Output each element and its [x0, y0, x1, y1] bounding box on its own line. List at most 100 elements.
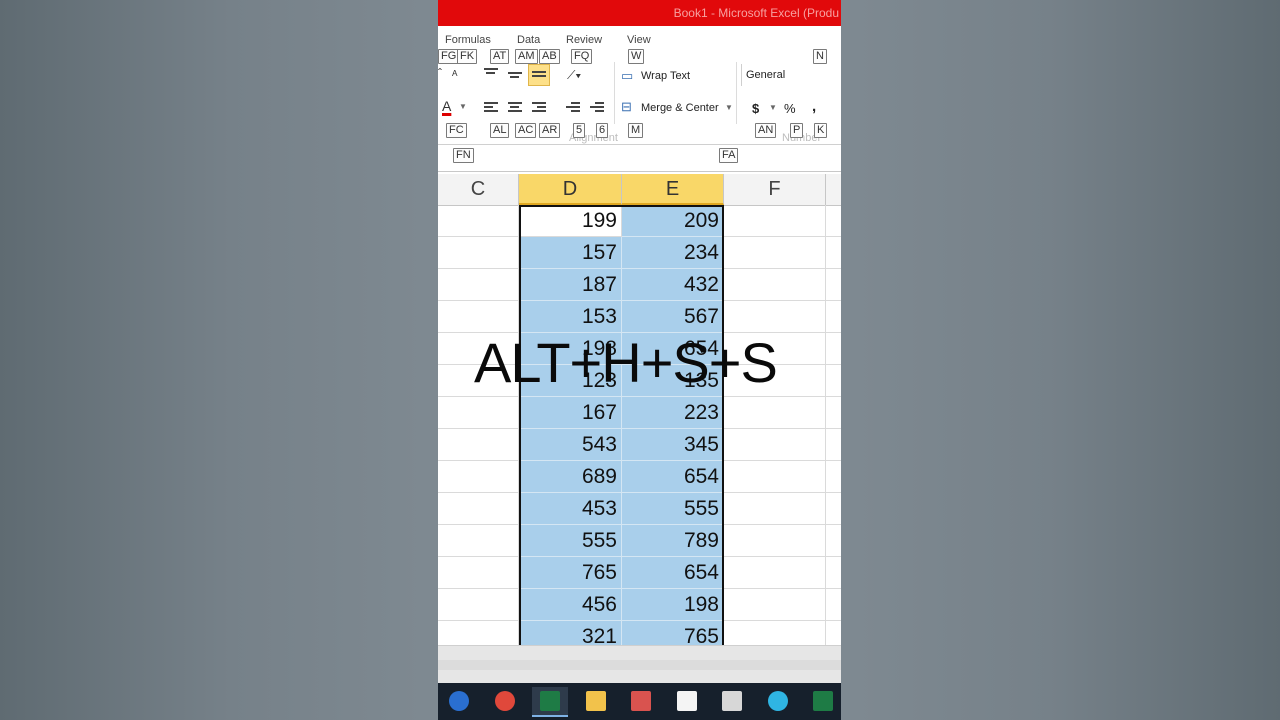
taskbar-item-cortana-c[interactable]	[760, 687, 796, 717]
cell-g[interactable]	[826, 493, 841, 525]
decrease-font-icon[interactable]: ᴬ	[452, 68, 457, 82]
cell-c[interactable]	[438, 461, 519, 493]
orientation-icon[interactable]: ⟋▾	[567, 68, 581, 83]
formula-bar[interactable]	[438, 144, 841, 172]
cell-f[interactable]	[724, 621, 826, 645]
cell-g[interactable]	[826, 461, 841, 493]
cell-g[interactable]	[826, 525, 841, 557]
cell-c[interactable]	[438, 269, 519, 301]
cell-e[interactable]: 555	[622, 493, 724, 525]
cell-e[interactable]: 432	[622, 269, 724, 301]
cell-e[interactable]: 198	[622, 589, 724, 621]
cell-d[interactable]: 153	[519, 301, 622, 333]
cell-d[interactable]: 321	[519, 621, 622, 645]
middle-align-icon[interactable]	[508, 72, 522, 84]
cell-d[interactable]: 187	[519, 269, 622, 301]
cell-f[interactable]	[724, 589, 826, 621]
taskbar-item-excel[interactable]	[532, 687, 568, 717]
cell-e[interactable]: 209	[622, 205, 724, 237]
align-center-icon[interactable]	[508, 102, 522, 114]
cell-d[interactable]: 199	[519, 205, 622, 237]
tab-view[interactable]: View	[627, 34, 651, 46]
tab-review[interactable]: Review	[566, 34, 602, 46]
increase-font-icon[interactable]: ˆ	[438, 66, 442, 80]
tab-formulas[interactable]: Formulas	[445, 34, 491, 46]
cell-f[interactable]	[724, 301, 826, 333]
cell-g[interactable]	[826, 205, 841, 237]
chevron-down-icon[interactable]: ▼	[725, 103, 733, 112]
cell-d[interactable]: 543	[519, 429, 622, 461]
cell-g[interactable]	[826, 269, 841, 301]
taskbar-item-notepad[interactable]	[669, 687, 705, 717]
tab-data[interactable]: Data	[517, 34, 540, 46]
bottom-align-button[interactable]	[528, 64, 550, 86]
taskbar-item-screen-recorder[interactable]	[714, 687, 750, 717]
cell-g[interactable]	[826, 397, 841, 429]
column-header-d[interactable]: D	[519, 174, 622, 205]
cell-f[interactable]	[724, 269, 826, 301]
font-color-icon[interactable]: A	[442, 98, 451, 114]
worksheet-grid[interactable]: 199 209 157 234 187 432 153 567 198 654 123 135 167 2…	[438, 205, 841, 645]
taskbar-item-file-explorer[interactable]	[578, 687, 614, 717]
currency-button[interactable]: $	[752, 101, 759, 116]
cell-d[interactable]: 765	[519, 557, 622, 589]
cell-f[interactable]	[724, 525, 826, 557]
cell-g[interactable]	[826, 557, 841, 589]
taskbar-item-cortana[interactable]	[441, 687, 477, 717]
cell-g[interactable]	[826, 429, 841, 461]
cell-d[interactable]: 456	[519, 589, 622, 621]
cell-e[interactable]: 567	[622, 301, 724, 333]
cell-f[interactable]	[724, 493, 826, 525]
cell-e[interactable]: 345	[622, 429, 724, 461]
cell-f[interactable]	[724, 397, 826, 429]
column-header-e[interactable]: E	[622, 174, 724, 205]
cell-e[interactable]: 234	[622, 237, 724, 269]
cell-c[interactable]	[438, 621, 519, 645]
taskbar-item-paint[interactable]	[623, 687, 659, 717]
cell-d[interactable]: 689	[519, 461, 622, 493]
cell-c[interactable]	[438, 301, 519, 333]
increase-indent-icon[interactable]	[590, 102, 604, 114]
cell-f[interactable]	[724, 429, 826, 461]
cell-d[interactable]: 157	[519, 237, 622, 269]
cell-f[interactable]	[724, 237, 826, 269]
align-left-icon[interactable]	[484, 102, 498, 114]
column-header-f[interactable]: F	[724, 174, 826, 205]
taskbar-item-excel-2[interactable]	[805, 687, 841, 717]
cell-d[interactable]: 453	[519, 493, 622, 525]
cell-e[interactable]: 223	[622, 397, 724, 429]
chevron-down-icon[interactable]: ▼	[459, 102, 467, 111]
top-align-icon[interactable]	[484, 68, 498, 80]
cell-e[interactable]: 765	[622, 621, 724, 645]
cell-g[interactable]	[826, 301, 841, 333]
number-format-dropdown[interactable]: General	[741, 64, 841, 86]
cell-c[interactable]	[438, 205, 519, 237]
cell-c[interactable]	[438, 493, 519, 525]
cell-c[interactable]	[438, 525, 519, 557]
taskbar-item-chrome[interactable]	[487, 687, 523, 717]
cell-f[interactable]	[724, 205, 826, 237]
cell-g[interactable]	[826, 621, 841, 645]
decrease-indent-icon[interactable]	[566, 102, 580, 114]
cell-d[interactable]: 555	[519, 525, 622, 557]
cell-f[interactable]	[724, 557, 826, 589]
cell-c[interactable]	[438, 397, 519, 429]
cell-g[interactable]	[826, 237, 841, 269]
cell-d[interactable]: 167	[519, 397, 622, 429]
percent-button[interactable]: %	[784, 101, 796, 116]
cell-c[interactable]	[438, 429, 519, 461]
cell-f[interactable]	[724, 461, 826, 493]
merge-center-button[interactable]: Merge & Center	[641, 102, 719, 114]
cell-e[interactable]: 654	[622, 461, 724, 493]
align-right-icon[interactable]	[532, 102, 546, 114]
cell-g[interactable]	[826, 333, 841, 365]
cell-c[interactable]	[438, 589, 519, 621]
cell-c[interactable]	[438, 557, 519, 589]
chevron-down-icon[interactable]: ▼	[769, 103, 777, 112]
cell-g[interactable]	[826, 589, 841, 621]
wrap-text-button[interactable]: Wrap Text	[641, 70, 690, 82]
column-header-c[interactable]: C	[438, 174, 519, 205]
cell-e[interactable]: 654	[622, 557, 724, 589]
comma-style-button[interactable]: ,	[812, 98, 816, 115]
cell-c[interactable]	[438, 237, 519, 269]
